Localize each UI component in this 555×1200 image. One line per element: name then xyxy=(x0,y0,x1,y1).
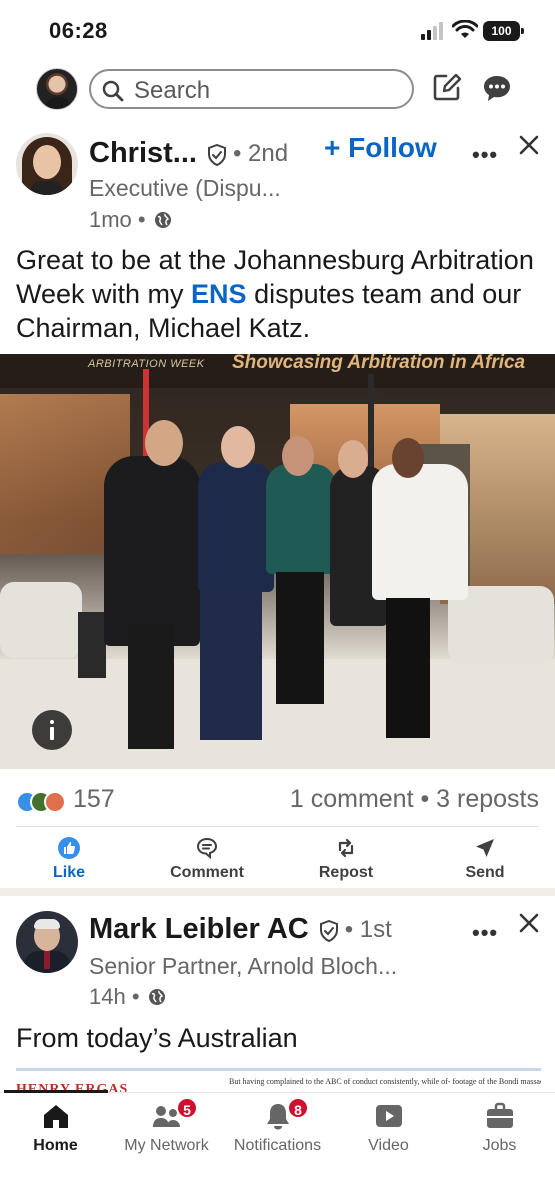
connection-degree: • 1st xyxy=(344,915,392,943)
info-icon[interactable] xyxy=(32,710,72,750)
divider xyxy=(16,826,539,827)
post-time: 1mo • xyxy=(89,207,172,233)
tab-label: Jobs xyxy=(482,1137,517,1154)
more-options-icon[interactable]: ••• xyxy=(472,920,498,946)
like-icon xyxy=(58,837,80,859)
reactions-count[interactable]: 157 xyxy=(73,785,115,814)
author-name[interactable]: Christ... xyxy=(89,137,197,170)
post-image[interactable]: ARBITRATION WEEK Showcasing Arbitration … xyxy=(0,354,555,769)
author-name-line: Mark Leibler AC • 1st xyxy=(89,913,392,946)
status-bar: 06:28 100 xyxy=(0,0,555,62)
author-avatar[interactable] xyxy=(16,133,78,195)
close-icon[interactable] xyxy=(518,134,540,156)
briefcase-icon xyxy=(486,1102,513,1128)
send-label: Send xyxy=(465,864,505,881)
wifi-icon xyxy=(452,20,478,38)
tab-my-network[interactable]: 5 My Network xyxy=(111,1097,222,1155)
battery-icon: 100 xyxy=(483,21,524,41)
tab-label: Home xyxy=(33,1137,78,1154)
messaging-icon[interactable] xyxy=(482,74,512,102)
connection-degree: • 2nd xyxy=(232,139,289,167)
post-actions: Like Comment Repost Send xyxy=(0,833,555,893)
signal-icon xyxy=(421,22,447,40)
globe-icon xyxy=(154,212,171,228)
like-label: Like xyxy=(52,864,85,881)
status-time: 06:28 xyxy=(49,18,108,43)
article-body: But having complained to the ABC of cond… xyxy=(229,1077,541,1086)
home-icon xyxy=(43,1105,68,1128)
author-headline: Executive (Dispu... xyxy=(89,175,281,201)
compose-icon[interactable] xyxy=(432,72,462,102)
search-placeholder: Search xyxy=(134,77,211,104)
globe-icon xyxy=(148,989,165,1005)
love-reaction-icon xyxy=(44,791,66,813)
active-tab-indicator xyxy=(4,1090,108,1093)
author-name-line: Christ... • 2nd xyxy=(89,137,288,170)
post-time-text: 1mo • xyxy=(89,207,146,232)
post-time-text: 14h • xyxy=(89,984,140,1009)
tab-jobs[interactable]: Jobs xyxy=(444,1101,555,1155)
video-icon xyxy=(375,1105,402,1127)
author-avatar[interactable] xyxy=(16,911,78,973)
post-text: Great to be at the Johannesburg Arbitrat… xyxy=(16,243,546,345)
notifications-badge: 8 xyxy=(287,1097,309,1119)
tab-video[interactable]: Video xyxy=(333,1101,444,1155)
bottom-tab-bar: Home 5 My Network 8 Notifications Video … xyxy=(0,1090,555,1200)
search-icon xyxy=(102,80,124,102)
network-badge: 5 xyxy=(176,1097,198,1119)
image-banner: ARBITRATION WEEK Showcasing Arbitration … xyxy=(0,354,555,388)
tab-home[interactable]: Home xyxy=(0,1101,111,1155)
tab-label: Notifications xyxy=(233,1137,322,1154)
more-options-icon[interactable]: ••• xyxy=(472,142,498,168)
tab-label: Video xyxy=(368,1137,409,1154)
comments-reposts-count[interactable]: 1 comment • 3 reposts xyxy=(290,785,539,814)
verified-shield-icon xyxy=(319,919,338,942)
repost-button[interactable]: Repost xyxy=(291,833,401,882)
repost-label: Repost xyxy=(318,864,374,881)
follow-button[interactable]: + Follow xyxy=(324,132,437,164)
verified-shield-icon xyxy=(207,143,226,166)
author-headline: Senior Partner, Arnold Bloch... xyxy=(89,953,398,979)
comment-label: Comment xyxy=(170,864,244,881)
comment-button[interactable]: Comment xyxy=(152,833,262,882)
like-button[interactable]: Like xyxy=(14,833,124,882)
send-icon xyxy=(476,839,494,857)
send-button[interactable]: Send xyxy=(430,833,540,882)
author-name[interactable]: Mark Leibler AC xyxy=(89,913,309,946)
reaction-icons[interactable] xyxy=(16,789,70,815)
social-counts: 157 1 comment • 3 reposts xyxy=(0,785,555,825)
feed-separator xyxy=(0,888,555,896)
banner-text-right: Showcasing Arbitration in Africa xyxy=(232,354,526,373)
tab-notifications[interactable]: 8 Notifications xyxy=(222,1097,333,1155)
tab-label: My Network xyxy=(124,1137,209,1154)
close-icon[interactable] xyxy=(518,912,540,934)
repost-icon xyxy=(338,838,354,858)
article-image[interactable]: HENRY ERGAS But having complained to the… xyxy=(16,1068,541,1092)
post-text: From today’s Australian xyxy=(16,1023,298,1053)
mention-link[interactable]: ENS xyxy=(191,279,247,309)
search-input[interactable]: Search xyxy=(89,69,414,109)
top-bar: Search xyxy=(0,62,555,118)
comment-icon xyxy=(196,837,218,860)
post-time: 14h • xyxy=(89,984,166,1010)
profile-avatar[interactable] xyxy=(36,68,78,110)
